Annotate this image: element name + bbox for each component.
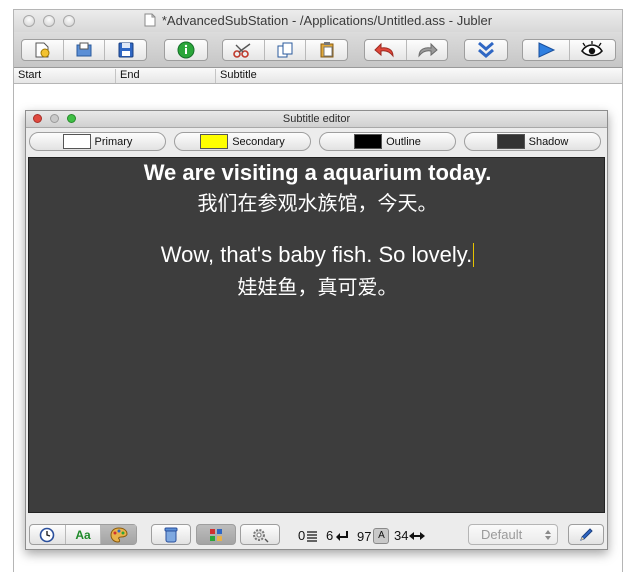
pencil-icon (580, 527, 593, 541)
trash-button-group (151, 524, 191, 545)
play-icon (538, 42, 555, 58)
cut-button[interactable] (223, 40, 265, 60)
style-select-value: Default (481, 527, 523, 542)
char-count-value: 97 (357, 528, 372, 544)
width-stat: 34 (394, 528, 426, 543)
paste-button[interactable] (306, 40, 347, 60)
settings-button-group (240, 524, 280, 545)
file-button-group (21, 39, 147, 61)
editor-title-bar[interactable]: Subtitle editor (26, 111, 607, 128)
editor-title: Subtitle editor (282, 113, 351, 125)
editor-bottom-bar: Aa 0 6 97 A 34 Default (26, 516, 607, 549)
info-button-group (164, 39, 208, 61)
select-arrows-icon (545, 530, 551, 540)
title-bar[interactable]: *AdvancedSubStation - /Applications/Unti… (14, 10, 622, 32)
subtitle-text-area[interactable]: We are visiting a aquarium today. 我们在参观水… (28, 157, 605, 513)
line-count-value: 0 (298, 528, 306, 543)
style-select[interactable]: Default (468, 524, 558, 545)
column-subtitle[interactable]: Subtitle (216, 69, 622, 83)
save-icon (118, 42, 134, 58)
edit-style-button[interactable] (569, 525, 603, 544)
cut-icon (233, 43, 251, 58)
new-file-button[interactable] (22, 40, 64, 60)
width-arrow-icon (409, 531, 426, 540)
shadow-color-button[interactable]: Shadow (464, 132, 601, 151)
secondary-color-swatch (200, 134, 229, 149)
copy-button[interactable] (265, 40, 307, 60)
secondary-label: Secondary (232, 135, 285, 148)
subtitle-line-4: Wow, that's baby fish. So lovely. (29, 242, 606, 268)
window-title-text: *AdvancedSubStation - /Applications/Unti… (161, 13, 493, 28)
undo-icon (374, 42, 394, 58)
column-end[interactable]: End (116, 69, 216, 83)
sort-down-button[interactable] (465, 40, 507, 60)
redo-icon (418, 42, 438, 58)
subtitle-line-4-text: Wow, that's baby fish. So lovely. (160, 242, 473, 267)
gear-icon (253, 528, 269, 542)
play-button-group (522, 39, 616, 61)
open-file-icon (76, 42, 92, 57)
redo-button[interactable] (407, 40, 448, 60)
outline-color-button[interactable]: Outline (319, 132, 456, 151)
copy-icon (277, 42, 293, 58)
primary-label: Primary (94, 135, 133, 148)
paste-icon (320, 42, 334, 58)
column-start[interactable]: Start (14, 69, 116, 83)
char-a-icon: A (373, 528, 390, 544)
settings-button[interactable] (241, 525, 279, 544)
clock-icon (40, 527, 55, 542)
primary-color-button[interactable]: Primary (29, 132, 166, 151)
width-value: 34 (394, 528, 409, 543)
sort-down-icon (478, 41, 494, 58)
trash-button[interactable] (152, 525, 190, 544)
play-button[interactable] (523, 40, 570, 60)
edit-button-group (222, 39, 348, 61)
grid-icon (210, 528, 222, 541)
subtitle-line-1: We are visiting a aquarium today. (143, 160, 492, 185)
subtitle-editor-window: Subtitle editor Primary Secondary Outlin… (25, 110, 608, 550)
text-cursor (473, 243, 475, 267)
info-icon (177, 41, 195, 59)
layout-button-group (196, 524, 236, 545)
font-aa-icon: Aa (75, 527, 91, 542)
newline-count-value: 6 (326, 528, 334, 543)
trash-icon (164, 527, 178, 542)
outline-color-swatch (354, 134, 383, 149)
outline-label: Outline (386, 135, 421, 148)
shadow-color-swatch (496, 134, 525, 149)
undo-button[interactable] (365, 40, 407, 60)
return-arrow-icon (336, 530, 349, 541)
window-title: *AdvancedSubStation - /Applications/Unti… (14, 13, 622, 28)
new-file-icon (35, 42, 50, 58)
document-icon (144, 13, 156, 27)
mode-button-group: Aa (29, 524, 137, 545)
preview-button[interactable] (570, 40, 616, 60)
palette-icon (110, 526, 128, 543)
subtitle-line-2: 我们在参观水族馆，今天。 (197, 193, 438, 215)
color-mode-button[interactable] (101, 525, 137, 544)
preview-eye-icon (581, 41, 604, 57)
newline-count-stat: 6 (326, 528, 349, 543)
timing-mode-button[interactable] (30, 525, 66, 544)
font-mode-button[interactable]: Aa (66, 525, 102, 544)
primary-color-swatch (62, 134, 91, 149)
open-file-button[interactable] (64, 40, 106, 60)
line-count-stat: 0 (298, 528, 318, 543)
secondary-color-button[interactable]: Secondary (174, 132, 311, 151)
layout-grid-button[interactable] (197, 525, 235, 544)
shadow-label: Shadow (528, 135, 569, 148)
toolbar (14, 32, 622, 68)
save-button[interactable] (105, 40, 146, 60)
sort-button-group (464, 39, 508, 61)
char-count-stat: 97 A (357, 528, 390, 544)
subtitle-table-header: Start End Subtitle (14, 68, 622, 84)
lines-icon (307, 530, 318, 542)
edit-style-button-group (568, 524, 604, 545)
info-button[interactable] (165, 40, 207, 60)
subtitle-line-5: 娃娃鱼，真可爱。 (237, 277, 398, 299)
history-button-group (364, 39, 448, 61)
